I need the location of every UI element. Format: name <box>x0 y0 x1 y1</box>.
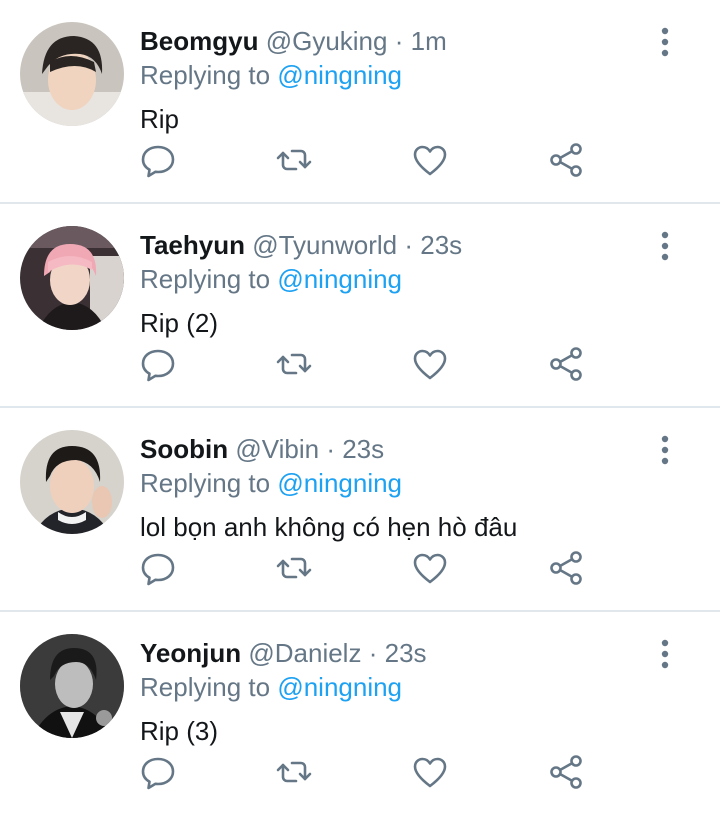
avatar[interactable] <box>20 430 124 534</box>
share-icon[interactable] <box>546 752 586 792</box>
tweet-header: Yeonjun @Danielz · 23s <box>140 636 427 670</box>
reply-icon[interactable] <box>138 548 178 588</box>
user-name[interactable]: Taehyun <box>140 230 245 260</box>
like-icon[interactable] <box>410 548 450 588</box>
separator-dot: · <box>394 26 404 56</box>
timestamp[interactable]: 23s <box>420 230 462 260</box>
more-vertical-icon[interactable] <box>650 434 680 466</box>
user-handle[interactable]: @Danielz <box>248 638 361 668</box>
tweet-item[interactable]: Soobin @Vibin · 23s Replying to @ningnin… <box>0 408 720 612</box>
avatar[interactable] <box>20 634 124 738</box>
tweet-item[interactable]: Beomgyu @Gyuking · 1m Replying to @ningn… <box>0 0 720 204</box>
retweet-icon[interactable] <box>274 752 314 792</box>
more-vertical-icon[interactable] <box>650 26 680 58</box>
like-icon[interactable] <box>410 344 450 384</box>
tweet-header: Soobin @Vibin · 23s <box>140 432 384 466</box>
replying-to-line: Replying to @ningning <box>140 262 402 296</box>
timestamp[interactable]: 23s <box>342 434 384 464</box>
replying-to-link[interactable]: @ningning <box>277 60 402 90</box>
separator-dot: · <box>404 230 414 260</box>
user-name[interactable]: Soobin <box>140 434 228 464</box>
replying-to-link[interactable]: @ningning <box>277 468 402 498</box>
tweet-text: Rip (2) <box>140 308 219 338</box>
user-handle[interactable]: @Vibin <box>235 434 319 464</box>
reply-icon[interactable] <box>138 752 178 792</box>
replying-to-link[interactable]: @ningning <box>277 264 402 294</box>
timestamp[interactable]: 1m <box>411 26 447 56</box>
user-handle[interactable]: @Gyuking <box>266 26 388 56</box>
replying-to-link[interactable]: @ningning <box>277 672 402 702</box>
replying-to-line: Replying to @ningning <box>140 670 402 704</box>
tweet-item[interactable]: Taehyun @Tyunworld · 23s Replying to @ni… <box>0 204 720 408</box>
separator-dot: · <box>368 638 378 668</box>
more-vertical-icon[interactable] <box>650 230 680 262</box>
user-handle[interactable]: @Tyunworld <box>252 230 397 260</box>
share-icon[interactable] <box>546 140 586 180</box>
reply-icon[interactable] <box>138 344 178 384</box>
tweet-text: lol bọn anh không có hẹn hò đâu <box>140 512 518 542</box>
tweet-text: Rip (3) <box>140 716 219 746</box>
replying-to-line: Replying to @ningning <box>140 466 402 500</box>
tweet-header: Beomgyu @Gyuking · 1m <box>140 24 447 58</box>
retweet-icon[interactable] <box>274 548 314 588</box>
replying-to-line: Replying to @ningning <box>140 58 402 92</box>
tweet-header: Taehyun @Tyunworld · 23s <box>140 228 462 262</box>
avatar[interactable] <box>20 22 124 126</box>
retweet-icon[interactable] <box>274 344 314 384</box>
share-icon[interactable] <box>546 344 586 384</box>
replying-to-label: Replying to <box>140 60 271 90</box>
replying-to-label: Replying to <box>140 672 271 702</box>
timestamp[interactable]: 23s <box>385 638 427 668</box>
share-icon[interactable] <box>546 548 586 588</box>
user-name[interactable]: Beomgyu <box>140 26 258 56</box>
avatar[interactable] <box>20 226 124 330</box>
retweet-icon[interactable] <box>274 140 314 180</box>
tweet-item[interactable]: Yeonjun @Danielz · 23s Replying to @ning… <box>0 612 720 816</box>
user-name[interactable]: Yeonjun <box>140 638 241 668</box>
like-icon[interactable] <box>410 752 450 792</box>
more-vertical-icon[interactable] <box>650 638 680 670</box>
separator-dot: · <box>326 434 335 464</box>
replying-to-label: Replying to <box>140 468 271 498</box>
like-icon[interactable] <box>410 140 450 180</box>
tweet-text: Rip <box>140 104 180 134</box>
reply-icon[interactable] <box>138 140 178 180</box>
replying-to-label: Replying to <box>140 264 271 294</box>
